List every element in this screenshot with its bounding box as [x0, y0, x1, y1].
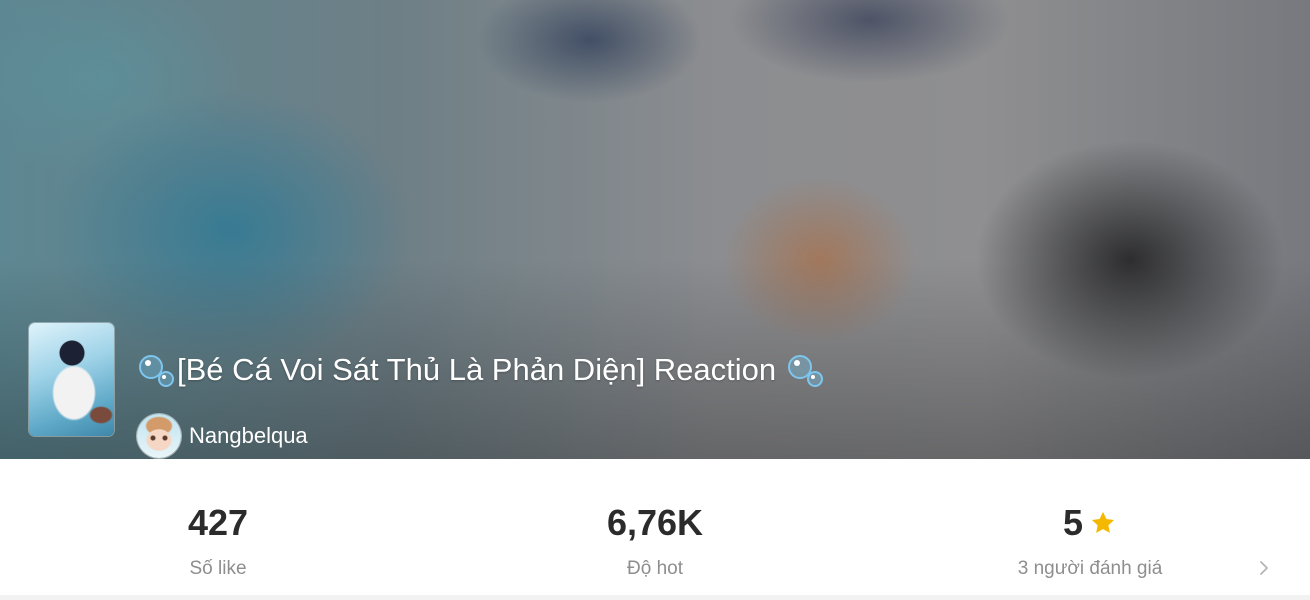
bubbles-icon: [786, 350, 826, 390]
rating-value: 5: [1062, 502, 1084, 543]
hot-count: 6,76K: [606, 502, 704, 543]
story-page: [Bé Cá Voi Sát Thủ Là Phản Diện] Reactio…: [0, 0, 1310, 600]
chevron-right-icon[interactable]: [1255, 559, 1273, 577]
stat-hot: 6,76K Độ hot: [555, 459, 755, 595]
star-icon: [1091, 511, 1115, 533]
likes-label: Số like: [189, 558, 247, 579]
likes-count: 427: [187, 502, 249, 543]
stat-likes: 427 Số like: [118, 459, 318, 595]
author-name[interactable]: Nangbelqua: [189, 423, 308, 449]
stat-rating[interactable]: 5 3 người đánh giá: [980, 459, 1200, 595]
story-title: [Bé Cá Voi Sát Thủ Là Phản Diện] Reactio…: [177, 352, 777, 387]
story-title-row: [Bé Cá Voi Sát Thủ Là Phản Diện] Reactio…: [137, 348, 826, 392]
hero-banner: [Bé Cá Voi Sát Thủ Là Phản Diện] Reactio…: [0, 0, 1310, 459]
author-row[interactable]: Nangbelqua: [137, 414, 308, 458]
story-cover-image[interactable]: [29, 323, 114, 436]
hot-label: Độ hot: [627, 558, 683, 579]
bubbles-icon: [137, 350, 177, 390]
rating-count-label: 3 người đánh giá: [1017, 558, 1163, 579]
author-avatar[interactable]: [137, 414, 181, 458]
stats-panel: 427 Số like 6,76K Độ hot 5 3 người đánh …: [0, 459, 1310, 595]
